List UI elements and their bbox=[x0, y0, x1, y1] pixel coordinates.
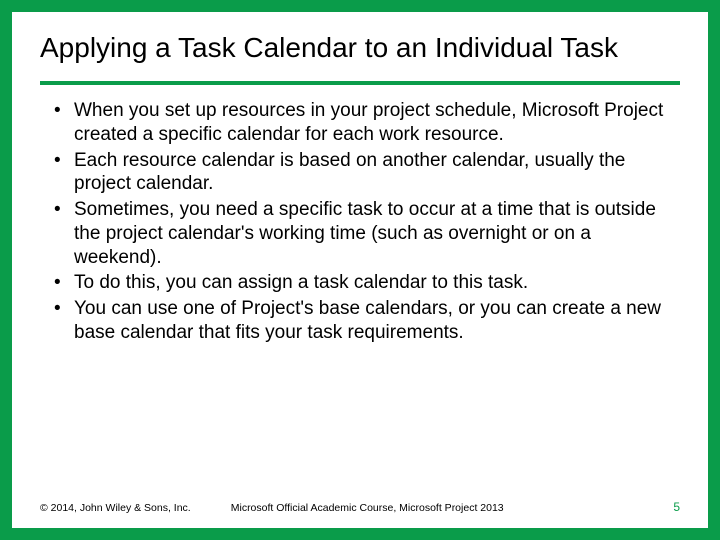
list-item: Sometimes, you need a specific task to o… bbox=[50, 198, 670, 269]
list-item: When you set up resources in your projec… bbox=[50, 99, 670, 147]
footer-copyright: © 2014, John Wiley & Sons, Inc. bbox=[40, 502, 191, 514]
content-area: When you set up resources in your projec… bbox=[12, 85, 708, 345]
title-area: Applying a Task Calendar to an Individua… bbox=[12, 12, 708, 73]
list-item: You can use one of Project's base calend… bbox=[50, 297, 670, 345]
footer-course: Microsoft Official Academic Course, Micr… bbox=[231, 502, 674, 514]
slide: Applying a Task Calendar to an Individua… bbox=[12, 12, 708, 528]
slide-title: Applying a Task Calendar to an Individua… bbox=[40, 30, 680, 65]
footer-page-number: 5 bbox=[673, 500, 680, 514]
list-item: To do this, you can assign a task calend… bbox=[50, 271, 670, 295]
bullet-list: When you set up resources in your projec… bbox=[50, 99, 670, 345]
footer: © 2014, John Wiley & Sons, Inc. Microsof… bbox=[40, 500, 680, 514]
list-item: Each resource calendar is based on anoth… bbox=[50, 149, 670, 197]
